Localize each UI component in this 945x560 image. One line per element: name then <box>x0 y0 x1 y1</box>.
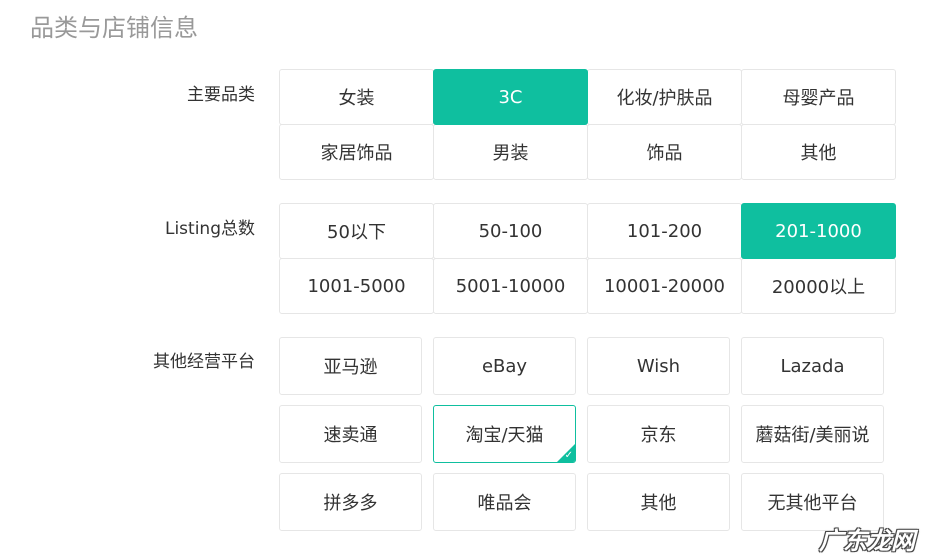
platform-option[interactable]: eBay <box>433 337 576 395</box>
main-category-option[interactable]: 女装 <box>279 69 434 125</box>
main-category-option[interactable]: 饰品 <box>587 124 742 180</box>
platform-option[interactable]: 京东 <box>587 405 730 463</box>
platform-option[interactable]: Wish <box>587 337 730 395</box>
platform-option-label: 淘宝/天猫 <box>465 425 544 446</box>
listing-total-options: 50以下 50-100 101-200 201-1000 1001-5000 5… <box>279 203 896 314</box>
other-platforms-label: 其他经营平台 <box>153 352 255 372</box>
main-category-option-selected[interactable]: 3C <box>433 69 588 125</box>
watermark-logo: 广东龙网 <box>819 527 915 555</box>
platform-option[interactable]: 蘑菇街/美丽说 <box>741 405 884 463</box>
listing-total-option[interactable]: 1001-5000 <box>279 258 434 314</box>
check-icon: ✓ <box>564 450 573 461</box>
listing-total-option[interactable]: 5001-10000 <box>433 258 588 314</box>
platform-option-selected[interactable]: 淘宝/天猫 ✓ <box>433 405 576 463</box>
main-category-option[interactable]: 男装 <box>433 124 588 180</box>
main-category-option[interactable]: 家居饰品 <box>279 124 434 180</box>
main-category-options: 女装 3C 化妆/护肤品 母婴产品 家居饰品 男装 饰品 其他 <box>279 69 896 180</box>
platform-option[interactable]: 其他 <box>587 473 730 531</box>
platform-option[interactable]: Lazada <box>741 337 884 395</box>
listing-total-label: Listing总数 <box>164 219 255 239</box>
main-category-option[interactable]: 化妆/护肤品 <box>587 69 742 125</box>
listing-total-option[interactable]: 10001-20000 <box>587 258 742 314</box>
listing-total-option-selected[interactable]: 201-1000 <box>741 203 896 259</box>
platform-option[interactable]: 速卖通 <box>279 405 422 463</box>
platform-option[interactable]: 拼多多 <box>279 473 422 531</box>
main-category-option[interactable]: 其他 <box>741 124 896 180</box>
main-category-label: 主要品类 <box>187 85 255 105</box>
main-category-option[interactable]: 母婴产品 <box>741 69 896 125</box>
other-platforms-options: 亚马逊 eBay Wish Lazada 速卖通 淘宝/天猫 ✓ 京东 蘑菇街/… <box>279 337 884 531</box>
platform-option[interactable]: 唯品会 <box>433 473 576 531</box>
listing-total-option[interactable]: 20000以上 <box>741 258 896 314</box>
listing-total-option[interactable]: 50以下 <box>279 203 434 259</box>
listing-total-option[interactable]: 50-100 <box>433 203 588 259</box>
platform-option[interactable]: 亚马逊 <box>279 337 422 395</box>
section-title: 品类与店铺信息 <box>30 14 198 42</box>
platform-option[interactable]: 无其他平台 <box>741 473 884 531</box>
listing-total-option[interactable]: 101-200 <box>587 203 742 259</box>
